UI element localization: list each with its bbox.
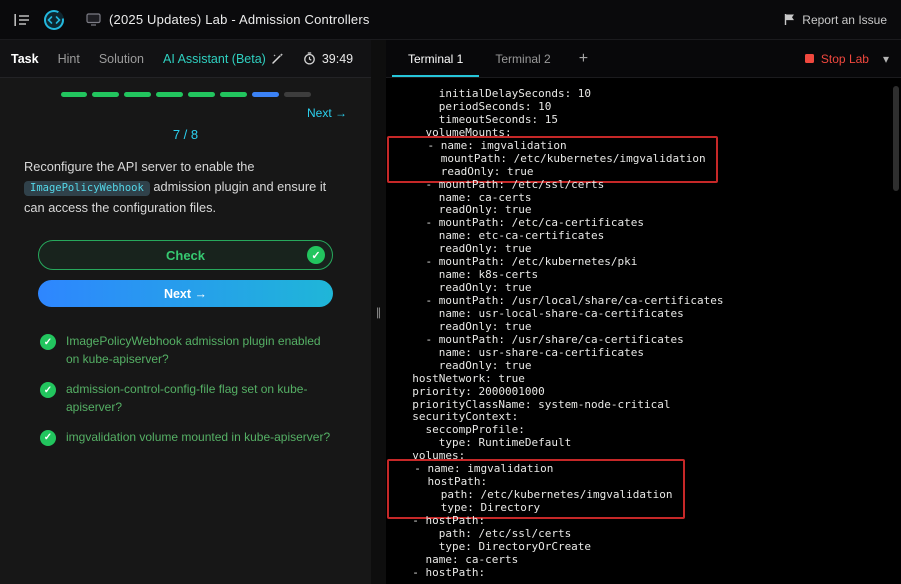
flag-icon (784, 13, 796, 26)
tab-terminal-2[interactable]: Terminal 2 (479, 40, 566, 77)
check-circle-icon: ✓ (40, 334, 56, 350)
highlight-box: - name: imgvalidation mountPath: /etc/ku… (387, 136, 718, 183)
terminal-line: timeoutSeconds: 15 (399, 114, 901, 127)
tab-task[interactable]: Task (11, 52, 39, 66)
step-counter: 7 / 8 (24, 127, 347, 142)
terminal-panel: Terminal 1 Terminal 2 + Stop Lab ▾ initi… (386, 40, 901, 584)
progress-segment-done (188, 92, 215, 97)
progress-segment-done (124, 92, 151, 97)
terminal-line: hostNetwork: true (399, 373, 901, 386)
next-button[interactable]: Next → (38, 280, 333, 307)
terminal-line: periodSeconds: 10 (399, 101, 901, 114)
highlight-box: - name: imgvalidation hostPath: path: /e… (387, 459, 685, 519)
stopwatch-icon (303, 52, 316, 65)
check-success-icon: ✓ (307, 246, 325, 264)
progress-segment-current (252, 92, 279, 97)
terminal-scrollbar[interactable] (893, 86, 899, 576)
checklist-item-label: imgvalidation volume mounted in kube-api… (66, 429, 330, 446)
task-description: Reconfigure the API server to enable the… (24, 157, 347, 218)
checklist-item-label: admission-control-config-file flag set o… (66, 381, 334, 416)
progress-segment-done (156, 92, 183, 97)
terminal-line: - hostPath: (399, 515, 901, 528)
lab-title: (2025 Updates) Lab - Admission Controlle… (109, 12, 370, 27)
task-panel: Task Hint Solution AI Assistant (Beta) 3… (0, 40, 371, 584)
report-issue-link[interactable]: Report an Issue (784, 13, 887, 27)
task-panel-tabs: Task Hint Solution AI Assistant (Beta) 3… (0, 40, 371, 78)
tab-terminal-1[interactable]: Terminal 1 (392, 40, 479, 77)
tab-ai-assistant[interactable]: AI Assistant (Beta) (163, 52, 284, 66)
terminal-output[interactable]: initialDelaySeconds: 10 periodSeconds: 1… (386, 78, 901, 584)
terminal-line: path: /etc/ssl/certs (399, 528, 901, 541)
terminal-line: readOnly: true (401, 166, 706, 179)
terminal-line: - hostPath: (399, 567, 901, 580)
check-circle-icon: ✓ (40, 430, 56, 446)
title-wrap: (2025 Updates) Lab - Admission Controlle… (86, 12, 370, 27)
tab-solution[interactable]: Solution (99, 52, 144, 66)
progress-segment-done (220, 92, 247, 97)
terminal-line: initialDelaySeconds: 10 (399, 88, 901, 101)
terminal-line: mountPath: /etc/kubernetes/imgvalidation (401, 153, 706, 166)
checklist: ✓ ImagePolicyWebhook admission plugin ena… (40, 333, 347, 446)
magic-wand-icon (271, 52, 284, 65)
stop-lab-label: Stop Lab (821, 52, 869, 66)
check-button-label: Check (166, 248, 205, 263)
kodekloud-logo[interactable] (42, 8, 66, 32)
app-window: (2025 Updates) Lab - Admission Controlle… (0, 0, 901, 584)
progress-segment-done (61, 92, 88, 97)
ai-assistant-label: AI Assistant (Beta) (163, 52, 266, 66)
terminal-line: name: ca-certs (399, 554, 901, 567)
inline-code-chip: ImagePolicyWebhook (24, 181, 150, 196)
lab-timer: 39:49 (303, 52, 353, 66)
checklist-item: ✓ admission-control-config-file flag set … (40, 381, 347, 416)
progress-segment-done (92, 92, 119, 97)
terminal-line: name: usr-local-share-ca-certificates (399, 308, 901, 321)
task-text-before: Reconfigure the API server to enable the (24, 159, 255, 174)
report-issue-label: Report an Issue (802, 13, 887, 27)
grip-icon: ∥ (376, 306, 382, 319)
panel-resize-handle[interactable]: ∥ (371, 40, 386, 584)
scrollbar-thumb[interactable] (893, 86, 899, 191)
terminal-line: type: Directory (401, 502, 673, 515)
checklist-item: ✓ ImagePolicyWebhook admission plugin ena… (40, 333, 347, 368)
terminal-line: - mountPath: /usr/share/ca-certificates (399, 334, 901, 347)
checklist-item: ✓ imgvalidation volume mounted in kube-ap… (40, 429, 347, 446)
terminal-line: - mountPath: /etc/ssl/certs (399, 179, 901, 192)
progress-bar (61, 92, 311, 97)
tab-hint[interactable]: Hint (58, 52, 80, 66)
stop-icon (805, 54, 814, 63)
stop-lab-button[interactable]: Stop Lab (805, 40, 869, 77)
lab-monitor-icon (86, 13, 101, 26)
chevron-down-icon[interactable]: ▾ (869, 40, 891, 77)
progress-segment-todo (284, 92, 311, 97)
main-area: Task Hint Solution AI Assistant (Beta) 3… (0, 40, 901, 584)
check-circle-icon: ✓ (40, 382, 56, 398)
topbar: (2025 Updates) Lab - Admission Controlle… (0, 0, 901, 40)
terminal-line: name: usr-share-ca-certificates (399, 347, 901, 360)
next-step-link[interactable]: Next → (24, 106, 347, 120)
terminal-line: - mountPath: /usr/local/share/ca-certifi… (399, 295, 901, 308)
checklist-item-label: ImagePolicyWebhook admission plugin enab… (66, 333, 334, 368)
sidebar-toggle-icon[interactable] (14, 13, 30, 27)
timer-value: 39:49 (322, 52, 353, 66)
terminal-line: type: DirectoryOrCreate (399, 541, 901, 554)
terminal-tab-bar: Terminal 1 Terminal 2 + Stop Lab ▾ (386, 40, 901, 78)
add-terminal-button[interactable]: + (567, 40, 600, 77)
terminal-line: - name: imgvalidation (401, 140, 706, 153)
terminal-line: readOnly: true (399, 360, 901, 373)
terminal-line: type: RuntimeDefault (399, 437, 901, 450)
terminal-line: readOnly: true (399, 321, 901, 334)
terminal-line: priority: 2000001000 (399, 386, 901, 399)
task-panel-body: Next → 7 / 8 Reconfigure the API server … (0, 78, 371, 584)
check-button[interactable]: Check ✓ (38, 240, 333, 270)
